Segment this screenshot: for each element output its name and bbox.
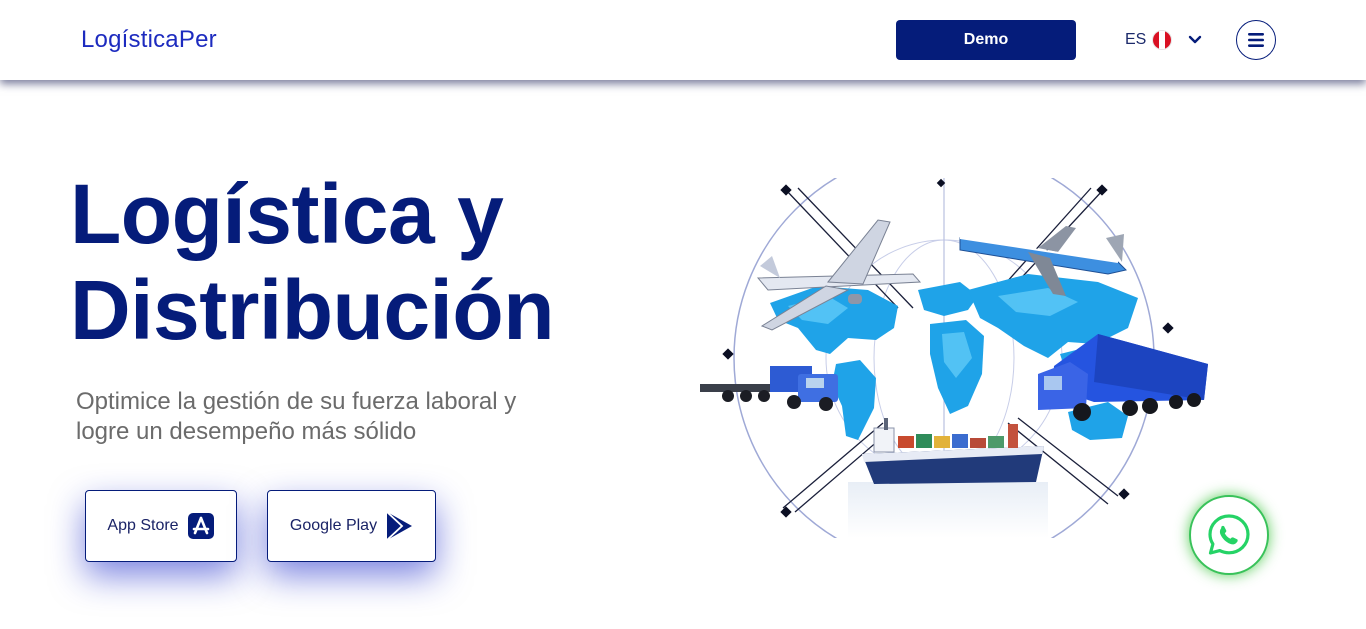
- chevron-down-icon: [1188, 35, 1202, 45]
- truck-right-icon: [1038, 334, 1208, 421]
- hero-title: Logística y Distribución: [70, 166, 630, 358]
- app-store-icon: [187, 513, 214, 539]
- whatsapp-button[interactable]: [1189, 495, 1269, 575]
- google-play-label: Google Play: [289, 517, 378, 534]
- app-store-button[interactable]: App Store: [85, 490, 237, 562]
- demo-button[interactable]: Demo: [896, 20, 1076, 60]
- logistics-world-map-illustration: [700, 178, 1208, 538]
- google-play-icon: [386, 511, 413, 541]
- peru-flag-icon: [1152, 30, 1173, 50]
- hero-title-line-2: Distribución: [70, 263, 555, 357]
- logo-link[interactable]: LogísticaPer: [81, 26, 217, 54]
- hero-title-line-1: Logística y: [70, 167, 504, 261]
- hero-subtitle: Optimice la gestión de su fuerza laboral…: [76, 388, 517, 445]
- menu-button[interactable]: [1236, 20, 1276, 60]
- hamburger-menu-icon: [1248, 33, 1264, 47]
- google-play-button[interactable]: Google Play: [267, 490, 436, 562]
- language-code: ES: [1125, 31, 1147, 48]
- truck-left-icon: [700, 366, 838, 411]
- language-selector[interactable]: ES: [1125, 29, 1202, 51]
- top-navbar: LogísticaPer Demo ES: [0, 0, 1366, 80]
- whatsapp-icon: [1208, 514, 1250, 555]
- app-store-label: App Store: [107, 517, 179, 534]
- cargo-ship-icon: [848, 418, 1048, 538]
